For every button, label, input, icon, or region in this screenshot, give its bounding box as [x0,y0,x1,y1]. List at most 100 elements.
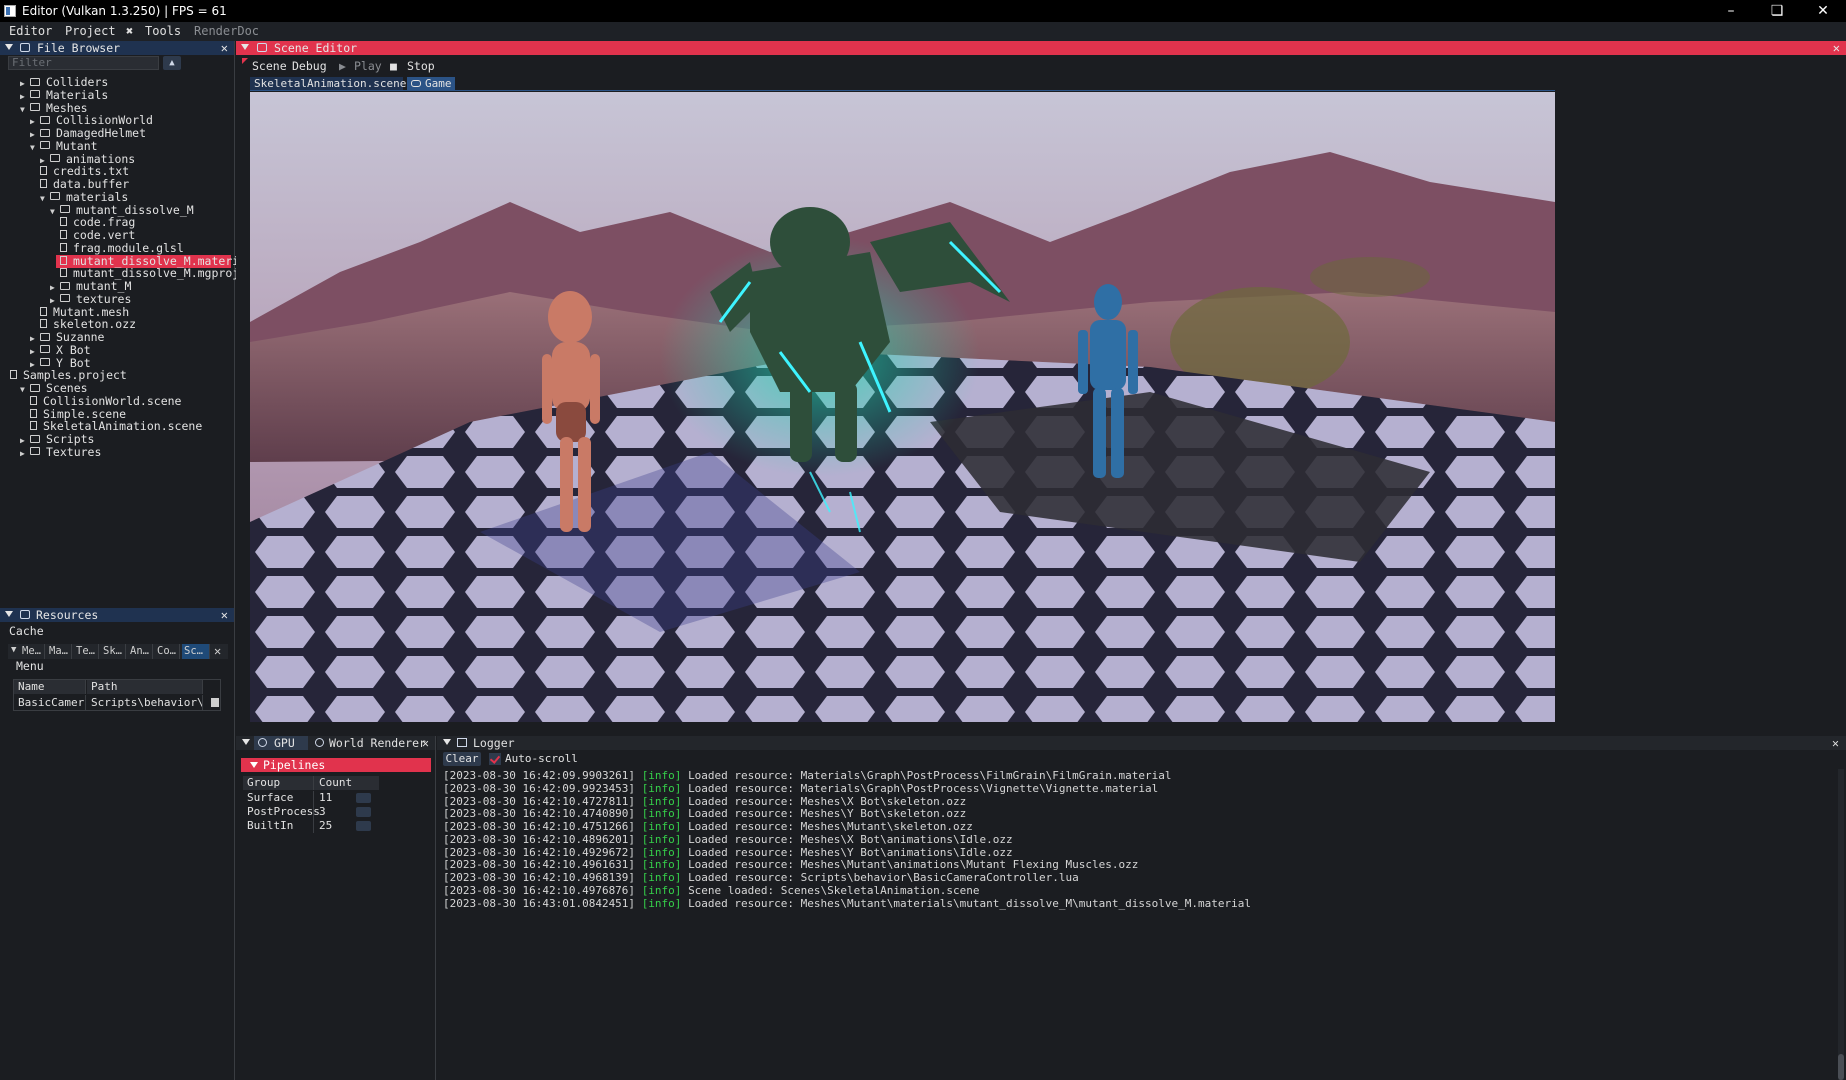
resources-header[interactable]: Resources ✕ [0,608,234,622]
clear-button[interactable]: Clear [443,752,481,766]
collapsed-arrow-icon[interactable]: ▶ [20,447,30,460]
stop-button[interactable]: Stop [407,55,435,77]
column-header[interactable]: Name [14,680,86,694]
collapse-icon[interactable] [242,739,250,745]
tab-skeletal-animation-scene[interactable]: SkeletalAnimation.scene [250,77,406,90]
tab-scripts[interactable]: Sc… [182,644,210,659]
log-message: Loaded resource: Meshes\X Bot\animations… [688,832,1013,846]
log-level: [info] [641,807,682,821]
filter-input[interactable]: Filter [8,56,159,70]
folder-icon [60,281,70,290]
scene-menu[interactable]: Scene [252,55,287,77]
clipboard-icon [457,738,467,747]
close-icon[interactable]: ✕ [422,736,429,750]
log-timestamp: [2023-08-30 16:42:09.9903261] [443,769,636,782]
autoscroll-checkbox[interactable] [489,753,501,765]
tab-animations[interactable]: An… [128,644,153,659]
menu-label[interactable]: Menu [16,659,44,673]
log-level: [info] [641,769,682,782]
log-message: Loaded resource: Scripts\behavior\BasicC… [688,871,1079,884]
pipelines-section[interactable]: Pipelines [241,758,431,772]
scene-editor-header[interactable]: Scene Editor ✕ [236,41,1846,55]
tab-colliders[interactable]: Co… [155,644,180,659]
tab-materials[interactable]: Ma… [47,644,72,659]
file-icon [30,421,37,431]
dropdown-icon[interactable]: ▼ [11,645,16,655]
maximize-button[interactable]: ❏ [1754,0,1800,22]
collapse-icon[interactable] [5,44,13,50]
log-scrollbar[interactable] [1838,769,1844,1080]
folder-icon [40,128,50,137]
collapse-icon [250,762,258,768]
menu-project[interactable]: Project [65,22,116,41]
minimize-button[interactable]: – [1708,0,1754,22]
tab-gpu[interactable]: GPU [254,736,308,750]
log-line: [2023-08-30 16:42:10.4740890] [info] Loa… [443,807,966,820]
file-icon [30,395,37,405]
expanded-arrow-icon[interactable]: ▼ [20,383,30,396]
play-button[interactable]: Play [354,55,382,77]
file-icon [40,166,47,176]
table-row: Surface 11 [243,791,379,805]
game-viewport[interactable] [250,92,1555,722]
tab-gpu-label: GPU [274,736,295,750]
close-icon[interactable]: ✕ [221,41,228,55]
collapse-icon[interactable] [5,611,13,617]
close-icon[interactable]: ✕ [1832,736,1839,750]
close-window-button[interactable]: ✕ [1800,0,1846,22]
tab-meshes[interactable]: Me… [20,644,45,659]
menu-editor[interactable]: Editor [9,22,52,41]
log-output[interactable]: [2023-08-30 16:42:09.9903261] [info] Loa… [443,769,1833,1080]
reload-icon[interactable] [356,821,371,831]
log-timestamp: [2023-08-30 16:42:10.4929672] [443,845,636,859]
globe-icon [315,738,324,747]
folder-icon [30,90,40,99]
window-title: Editor (Vulkan 1.3.250) | FPS = 61 [22,4,227,18]
group-cell: PostProcess [243,805,320,819]
close-icon[interactable]: ✕ [1833,41,1840,55]
file-browser-title: File Browser [37,41,121,55]
trash-icon[interactable] [211,698,219,707]
log-message: Loaded resource: Meshes\Mutant\skeleton.… [688,820,973,833]
reload-icon[interactable] [356,807,371,817]
column-header: Group [243,776,314,790]
log-message: Loaded resource: Materials\Graph\PostPro… [688,781,1159,795]
file-browser-header[interactable]: File Browser ✕ [0,41,234,55]
log-level: [info] [641,794,682,808]
column-header[interactable]: Path [87,680,203,694]
expanded-arrow-icon[interactable]: ▼ [50,205,60,218]
log-line: [2023-08-30 16:42:10.4968139] [info] Loa… [443,871,1079,884]
collapse-icon[interactable] [241,44,249,50]
collapse-icon[interactable] [443,739,451,745]
log-level: [info] [641,896,682,910]
expanded-arrow-icon[interactable]: ▼ [40,192,50,205]
expanded-arrow-icon[interactable]: ▼ [20,103,30,116]
reload-icon[interactable] [356,793,371,803]
tab-game[interactable]: Game [407,77,455,90]
menu-renderdoc[interactable]: RenderDoc [194,22,259,41]
close-icon[interactable]: ✕ [214,644,221,658]
column-header: Count [319,776,353,789]
debug-menu[interactable]: Debug [292,55,327,77]
expanded-arrow-icon[interactable]: ▼ [30,141,40,154]
table-header-row: Group Count [243,776,379,790]
app-icon [4,5,16,17]
folder-icon [40,141,50,150]
gpu-panel-header: GPU World Renderer ✕ [236,736,435,750]
stop-icon[interactable]: ■ [390,55,397,77]
logger-header: Logger ✕ [437,736,1846,750]
tree-folder[interactable]: ▶ Textures [20,445,101,460]
table-cell[interactable]: Scripts\behavior\Ba [87,695,203,710]
log-message: Loaded resource: Meshes\Y Bot\animations… [688,845,1013,859]
tab-skeletons[interactable]: Sk… [101,644,126,659]
play-icon[interactable]: ▶ [339,55,346,77]
refresh-icon[interactable]: ▲ [163,56,181,70]
log-level: [info] [641,832,682,846]
tab-textures[interactable]: Te… [74,644,99,659]
menu-tools[interactable]: Tools [145,22,181,41]
log-message: Loaded resource: Meshes\Mutant\materials… [688,896,1251,910]
table-cell[interactable]: BasicCamera( [14,695,86,710]
logger-title[interactable]: Logger [473,736,515,750]
count-cell: 3 [319,805,326,818]
close-icon[interactable]: ✕ [221,608,228,622]
